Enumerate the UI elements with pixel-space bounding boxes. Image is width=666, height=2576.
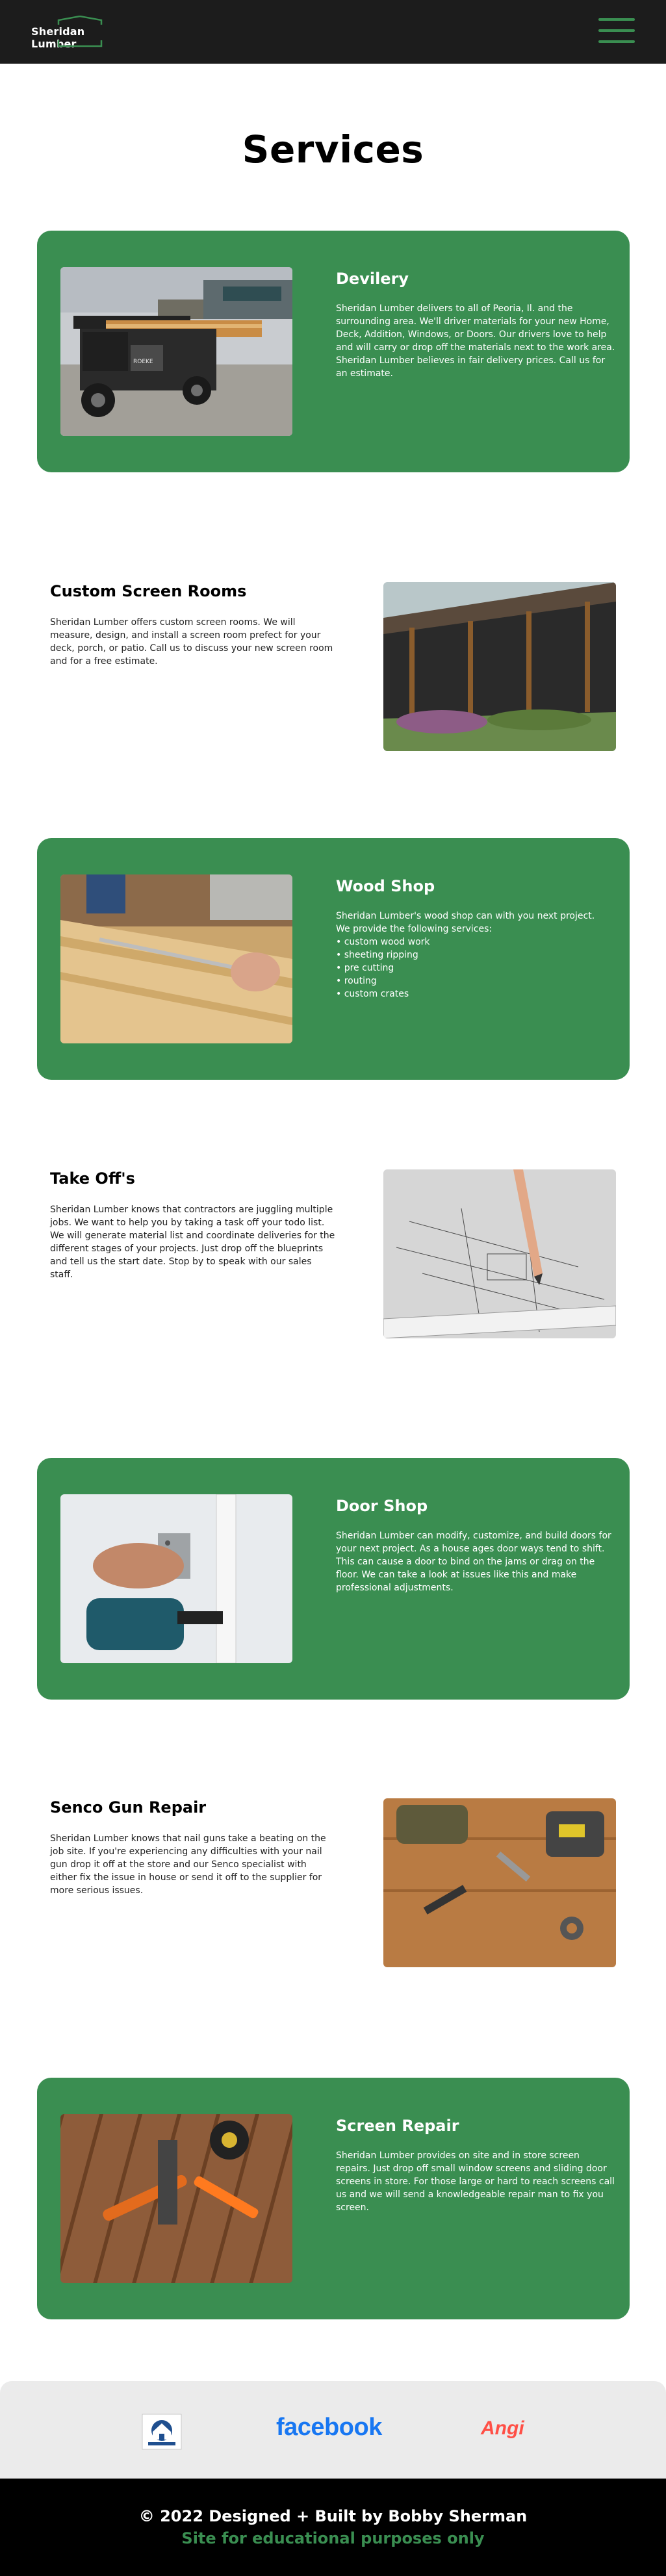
tools-photo — [383, 1798, 616, 1967]
service-take-offs: Take Off's Sheridan Lumber knows that co… — [37, 1169, 630, 1345]
service-title: Senco Gun Repair — [50, 1798, 207, 1817]
service-title: Door Shop — [336, 1497, 428, 1515]
service-title: Custom Screen Rooms — [50, 582, 247, 600]
service-title: Wood Shop — [336, 877, 435, 895]
service-card-delivery: ROEKE Devilery Sheridan Lumber delivers … — [37, 231, 630, 472]
facebook-link[interactable]: facebook — [276, 2414, 382, 2442]
service-card-wood-shop: Wood Shop Sheridan Lumber's wood shop ca… — [37, 838, 630, 1080]
service-description: Sheridan Lumber offers custom screen roo… — [50, 617, 333, 667]
service-description: Sheridan Lumber knows that contractors a… — [50, 1205, 335, 1280]
service-description: Sheridan Lumber knows that nail guns tak… — [50, 1833, 326, 1896]
logo-base-icon — [57, 40, 103, 47]
partner-logos: facebook Angi — [0, 2381, 666, 2479]
service-card-door-shop: Door Shop Sheridan Lumber can modify, cu… — [37, 1458, 630, 1700]
hamburger-menu-icon[interactable] — [598, 18, 635, 44]
wood-shop-photo — [60, 874, 292, 1043]
disclaimer-text: Site for educational purposes only — [181, 2529, 485, 2547]
service-title: Screen Repair — [336, 2117, 459, 2135]
blueprint-photo — [383, 1169, 616, 1338]
delivery-truck-photo: ROEKE — [60, 267, 292, 436]
service-card-screen-repair: Screen Repair Sheridan Lumber provides o… — [37, 2078, 630, 2319]
service-description: Sheridan Lumber can modify, customize, a… — [336, 1531, 611, 1593]
truck-plate: ROEKE — [133, 359, 153, 365]
service-description: Sheridan Lumber provides on site and in … — [336, 2150, 615, 2213]
service-title: Take Off's — [50, 1169, 135, 1188]
service-title: Devilery — [336, 270, 409, 288]
service-senco-gun-repair: Senco Gun Repair Sheridan Lumber knows t… — [37, 1798, 630, 1974]
site-logo[interactable]: Sheridan Lumber — [31, 16, 129, 50]
angi-link[interactable]: Angi — [481, 2417, 524, 2440]
service-description: Sheridan Lumber delivers to all of Peori… — [336, 303, 615, 379]
screen-repair-tools-photo — [60, 2114, 292, 2283]
site-header: Sheridan Lumber — [0, 0, 666, 64]
house-roof-icon — [57, 16, 103, 25]
association-badge-icon[interactable] — [142, 2414, 182, 2450]
service-description: Sheridan Lumber's wood shop can with you… — [336, 911, 595, 999]
service-screen-rooms: Custom Screen Rooms Sheridan Lumber offe… — [37, 582, 630, 758]
site-footer: © 2022 Designed + Built by Bobby Sherman… — [0, 2479, 666, 2576]
screen-room-photo — [383, 582, 616, 751]
page-title: Services — [242, 127, 424, 172]
copyright-text: © 2022 Designed + Built by Bobby Sherman — [138, 2507, 528, 2525]
door-shop-photo — [60, 1494, 292, 1663]
